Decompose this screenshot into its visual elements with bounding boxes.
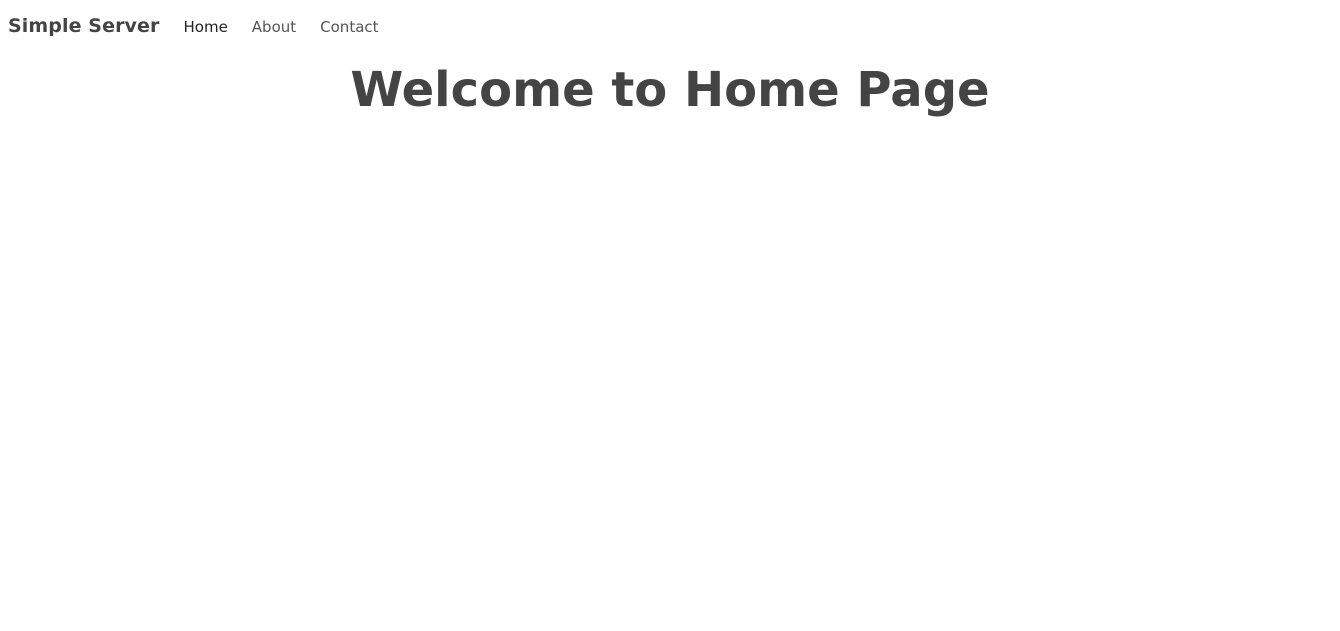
page-title: Welcome to Home Page xyxy=(350,62,990,118)
nav-link-about[interactable]: About xyxy=(252,18,296,36)
main-content: Welcome to Home Page xyxy=(0,62,1340,118)
nav-link-home[interactable]: Home xyxy=(184,18,228,36)
navbar: Simple Server Home About Contact xyxy=(0,0,1340,52)
nav-item-about: About xyxy=(252,17,296,36)
brand-link[interactable]: Simple Server xyxy=(8,15,160,37)
nav-item-contact: Contact xyxy=(320,17,378,36)
nav-links: Home About Contact xyxy=(184,17,403,36)
nav-item-home: Home xyxy=(184,17,228,36)
nav-link-contact[interactable]: Contact xyxy=(320,18,378,36)
